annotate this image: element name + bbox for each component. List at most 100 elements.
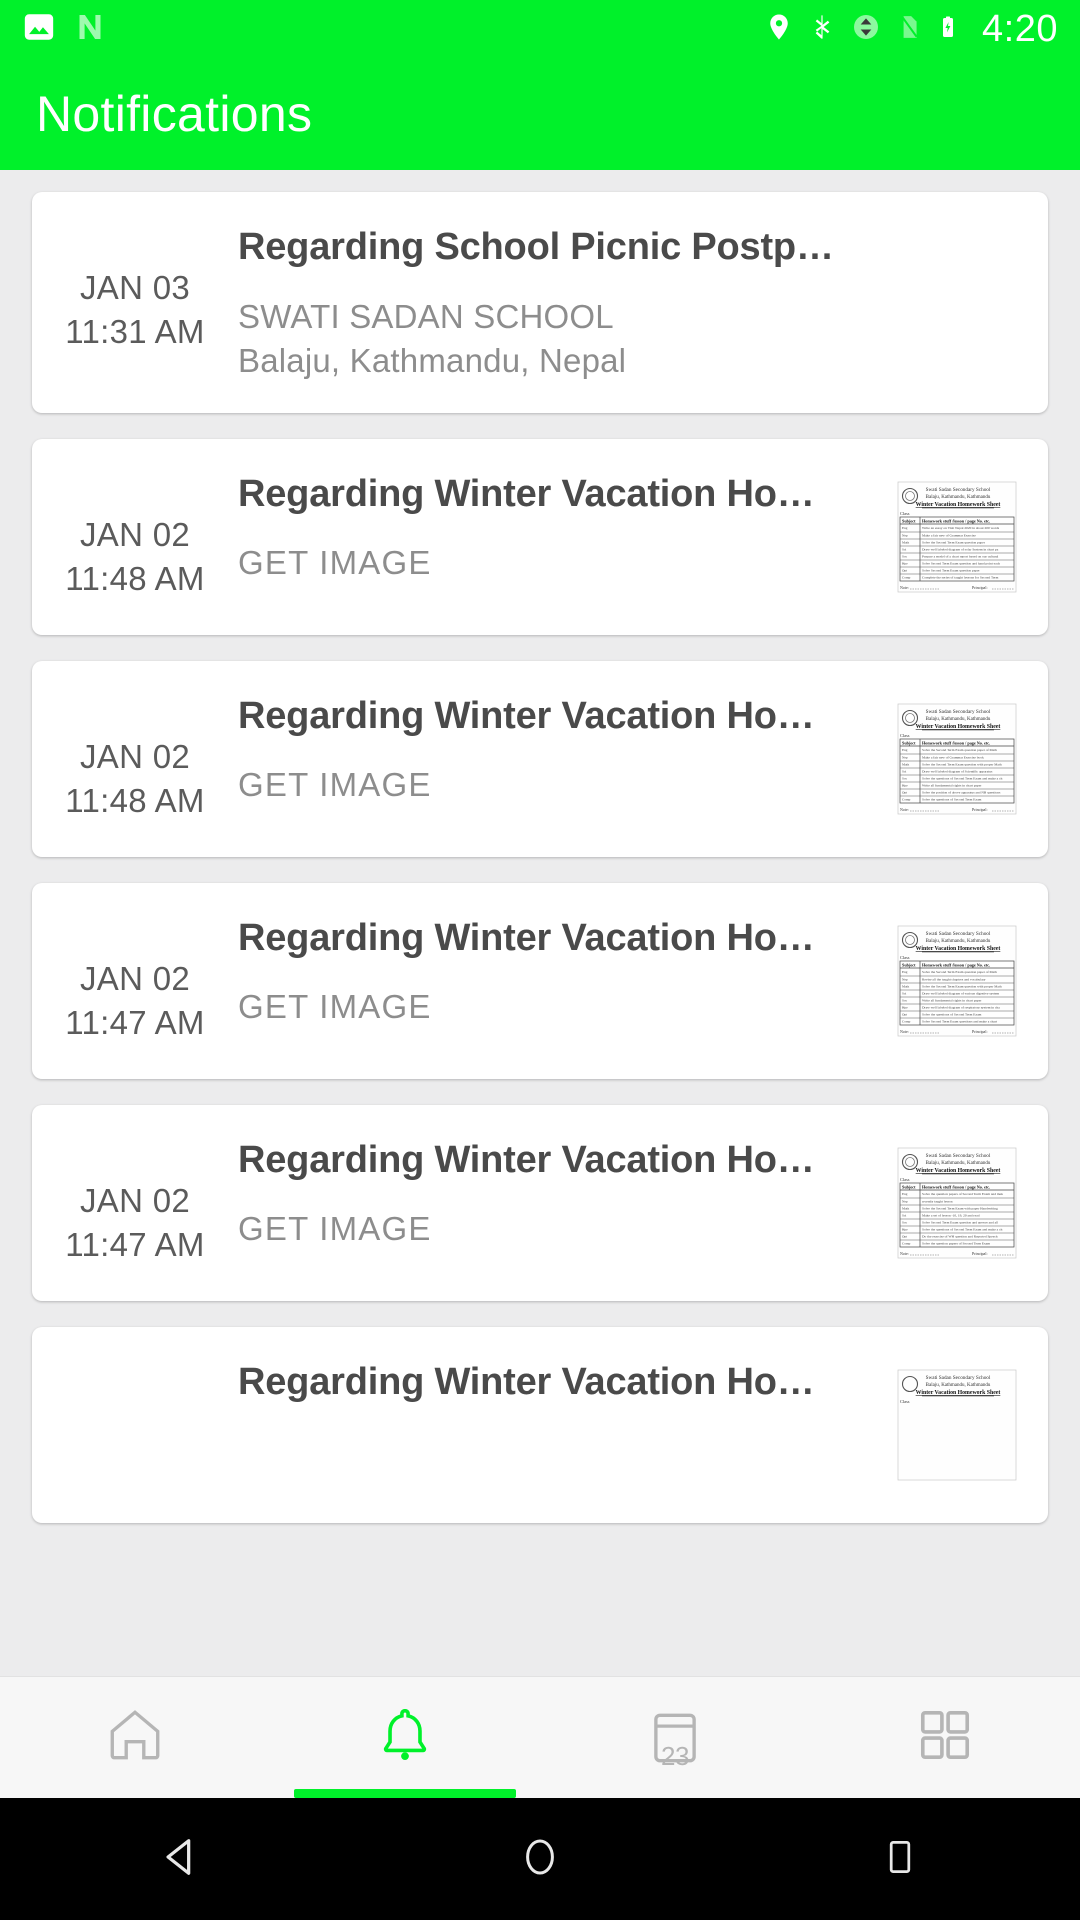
homework-sheet-thumbnail[interactable]: Swati Sadan Secondary School Balaju, Kat… <box>892 478 1022 596</box>
phone-screen: 4:20 Notifications JAN 03 11:31 AM Regar… <box>0 0 1080 1920</box>
svg-text:Balaju, Kathmandu, Kathmandu: Balaju, Kathmandu, Kathmandu <box>926 717 991 722</box>
svg-text:Write an essay on Visit Nepal: Write an essay on Visit Nepal 2020 in ab… <box>922 526 1000 530</box>
svg-text:Hpe: Hpe <box>902 784 908 788</box>
svg-text:Winter Vacation Homework Sheet: Winter Vacation Homework Sheet <box>916 724 1001 730</box>
svg-text:Solve the question papers of S: Solve the question papers of Second Term… <box>922 1192 1003 1196</box>
get-image-button[interactable]: GET IMAGE <box>238 988 882 1026</box>
svg-text:Swati Sadan Secondary School: Swati Sadan Secondary School <box>926 487 991 493</box>
svg-text:Math: Math <box>902 1207 909 1211</box>
svg-text:Balaju, Kathmandu, Kathmandu: Balaju, Kathmandu, Kathmandu <box>926 495 991 500</box>
svg-text:Hpe: Hpe <box>902 562 908 566</box>
svg-text:Sci: Sci <box>902 770 906 774</box>
homework-sheet-thumbnail[interactable]: Swati Sadan Secondary School Balaju, Kat… <box>892 700 1022 818</box>
notification-card[interactable]: JAN 02 11:47 AM Regarding Winter Vacatio… <box>32 883 1048 1079</box>
notification-body: Regarding Winter Vacation Ho… GET IMAGE <box>238 439 892 612</box>
svg-text:Solve the Second Term Exam que: Solve the Second Term Exam question with… <box>922 985 1002 989</box>
notification-card[interactable]: Regarding Winter Vacation Ho… Swati Sada… <box>32 1327 1048 1523</box>
svg-text:Write all fundamental rights i: Write all fundamental rights in chart pa… <box>922 999 982 1003</box>
notification-time: 11:31 AM <box>65 313 205 350</box>
recents-button[interactable] <box>800 1798 1000 1920</box>
tab-notifications[interactable] <box>270 1677 540 1798</box>
svg-text:Balaju, Kathmandu, Kathmandu: Balaju, Kathmandu, Kathmandu <box>926 1161 991 1166</box>
svg-text:Comp: Comp <box>902 576 911 580</box>
svg-text:Class: Class <box>900 1399 910 1404</box>
bell-icon <box>374 1704 436 1771</box>
tab-home[interactable] <box>0 1677 270 1798</box>
svg-text:Sci: Sci <box>902 548 906 552</box>
svg-text:Do the exercise of WH question: Do the exercise of WH question and Repor… <box>922 1235 998 1239</box>
get-image-button[interactable]: GET IMAGE <box>238 544 882 582</box>
notification-list[interactable]: JAN 03 11:31 AM Regarding School Picnic … <box>0 170 1080 1676</box>
home-icon <box>104 1704 166 1771</box>
svg-text:Subject: Subject <box>902 518 916 523</box>
svg-text:Draw well labeled diagram of S: Draw well labeled diagram of Scientific … <box>922 770 993 774</box>
svg-text:Sci: Sci <box>902 1214 906 1218</box>
svg-text:Solve the Second Term Exam que: Solve the Second Term Exam question with… <box>922 763 1002 767</box>
home-circle-icon <box>516 1831 564 1888</box>
notification-title: Regarding Winter Vacation Ho… <box>238 473 815 515</box>
notification-time: 11:48 AM <box>65 560 205 597</box>
svg-text:Soc: Soc <box>902 777 908 781</box>
android-navigation-bar <box>0 1798 1080 1920</box>
svg-text:Comp: Comp <box>902 798 911 802</box>
notification-datetime: JAN 02 11:48 AM <box>32 661 238 823</box>
notification-title: Regarding School Picnic Postp… <box>238 226 834 268</box>
svg-text:Winter Vacation Homework Sheet: Winter Vacation Homework Sheet <box>916 1390 1001 1396</box>
svg-text:Revise all the taught chapters: Revise all the taught chapters and vocab… <box>922 978 986 982</box>
get-image-button[interactable]: GET IMAGE <box>238 1210 882 1248</box>
svg-text:recently taught lesson: recently taught lesson <box>922 1200 953 1204</box>
svg-text:Subject: Subject <box>902 740 916 745</box>
svg-text:Homework stuff /lesson / page: Homework stuff /lesson / page No. etc. <box>922 740 990 745</box>
notification-card[interactable]: JAN 02 11:48 AM Regarding Winter Vacatio… <box>32 661 1048 857</box>
get-image-button[interactable]: GET IMAGE <box>238 766 882 804</box>
back-button[interactable] <box>80 1798 280 1920</box>
svg-text:Opt: Opt <box>902 1235 907 1239</box>
svg-text:Balaju, Kathmandu, Kathmandu: Balaju, Kathmandu, Kathmandu <box>926 1383 991 1388</box>
svg-text:Draw well labeled diagram of s: Draw well labeled diagram of solar Syste… <box>922 548 999 552</box>
svg-text:Prepare a model of a chart rep: Prepare a model of a chart report based … <box>922 555 998 559</box>
svg-text:Solve the question papers of S: Solve the question papers of Second Term… <box>922 1242 990 1246</box>
tab-more[interactable] <box>810 1677 1080 1798</box>
svg-text:Nep: Nep <box>902 1200 908 1204</box>
status-bar: 4:20 <box>0 0 1080 58</box>
svg-text:Balaju, Kathmandu, Kathmandu: Balaju, Kathmandu, Kathmandu <box>926 939 991 944</box>
svg-text:Hpe: Hpe <box>902 1006 908 1010</box>
sync-icon <box>850 10 882 49</box>
notification-card[interactable]: JAN 03 11:31 AM Regarding School Picnic … <box>32 192 1048 413</box>
svg-text:Class: Class <box>900 733 910 738</box>
svg-text:Principal:: Principal: <box>972 585 988 590</box>
home-button[interactable] <box>440 1798 640 1920</box>
svg-text:Note:: Note: <box>900 1251 909 1256</box>
active-tab-indicator <box>294 1789 516 1798</box>
notification-date: JAN 02 <box>79 1182 191 1219</box>
notification-time: 11:47 AM <box>65 1226 205 1263</box>
notification-datetime: JAN 02 11:47 AM <box>32 883 238 1045</box>
homework-sheet-thumbnail[interactable]: Swati Sadan Secondary School Balaju, Kat… <box>892 1144 1022 1262</box>
svg-text:Nep: Nep <box>902 756 908 760</box>
tab-calendar[interactable]: 23 <box>540 1677 810 1798</box>
notification-card[interactable]: JAN 02 11:48 AM Regarding Winter Vacatio… <box>32 439 1048 635</box>
notification-card[interactable]: JAN 02 11:47 AM Regarding Winter Vacatio… <box>32 1105 1048 1301</box>
svg-text:Comp: Comp <box>902 1242 911 1246</box>
svg-text:Make a fair new of Grammar Exe: Make a fair new of Grammar Exercise book <box>922 756 984 760</box>
notification-school-name: SWATI SADAN SCHOOL <box>238 298 614 335</box>
grid-icon <box>914 1704 976 1771</box>
svg-text:Class: Class <box>900 511 910 516</box>
notification-datetime: JAN 03 11:31 AM <box>32 192 238 354</box>
svg-text:Solve the position of above ap: Solve the position of above apparatus an… <box>922 791 1001 795</box>
svg-text:Nep: Nep <box>902 978 908 982</box>
svg-text:Swati Sadan Secondary School: Swati Sadan Secondary School <box>926 1375 991 1381</box>
homework-sheet-thumbnail[interactable]: Swati Sadan Secondary School Balaju, Kat… <box>892 1366 1022 1484</box>
notification-subtitle: SWATI SADAN SCHOOL Balaju, Kathmandu, Ne… <box>238 295 1038 383</box>
svg-text:Draw well labeled diagram of v: Draw well labeled diagram of various dig… <box>922 992 999 996</box>
notification-datetime: JAN 02 11:47 AM <box>32 1105 238 1267</box>
svg-text:Solve the Second Term Exam que: Solve the Second Term Exam question pape… <box>922 541 986 545</box>
svg-text:Opt: Opt <box>902 1013 907 1017</box>
svg-text:Eng: Eng <box>902 1192 908 1196</box>
location-icon <box>764 10 794 49</box>
svg-text:Principal:: Principal: <box>972 1251 988 1256</box>
homework-sheet-thumbnail[interactable]: Swati Sadan Secondary School Balaju, Kat… <box>892 922 1022 1040</box>
notification-title: Regarding Winter Vacation Ho… <box>238 1361 815 1403</box>
svg-text:Solve the questions of Second: Solve the questions of Second Term Exam … <box>922 1228 1003 1232</box>
svg-text:Soc: Soc <box>902 555 908 559</box>
